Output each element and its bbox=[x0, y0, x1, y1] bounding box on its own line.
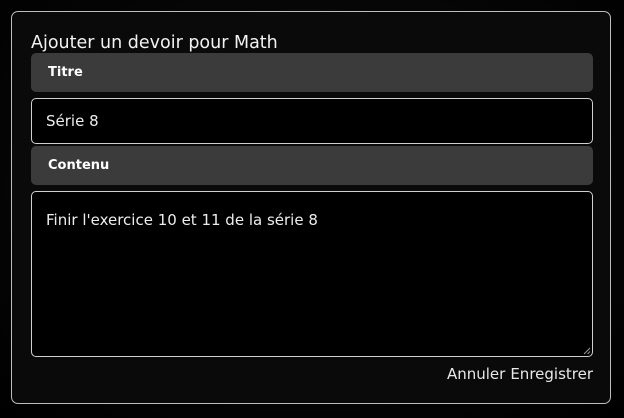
save-button[interactable]: Enregistrer bbox=[510, 364, 593, 384]
dialog-actions: Annuler Enregistrer bbox=[447, 364, 593, 384]
title-section-header: Titre bbox=[31, 53, 593, 92]
add-homework-dialog: Ajouter un devoir pour Math Titre Conten… bbox=[11, 11, 611, 404]
content-section-header: Contenu bbox=[31, 146, 593, 185]
title-input[interactable] bbox=[31, 98, 593, 144]
dialog-title: Ajouter un devoir pour Math bbox=[31, 33, 278, 53]
resize-grip-icon[interactable] bbox=[582, 346, 591, 355]
title-section-label: Titre bbox=[48, 65, 83, 80]
content-textarea[interactable]: Finir l'exercice 10 et 11 de la série 8 bbox=[31, 191, 593, 357]
content-section-label: Contenu bbox=[48, 158, 110, 173]
cancel-button[interactable]: Annuler bbox=[447, 364, 505, 384]
